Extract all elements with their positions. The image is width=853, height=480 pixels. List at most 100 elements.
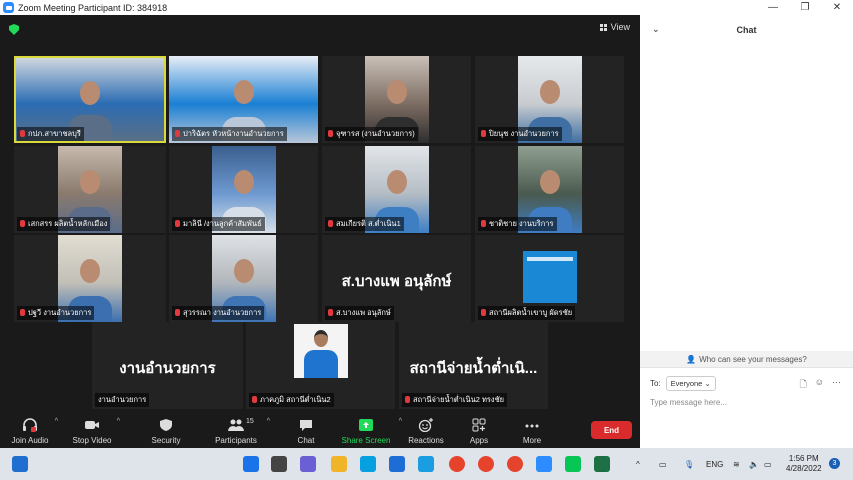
recipient-select[interactable]: Everyone ⌄ bbox=[665, 376, 716, 391]
participant-video bbox=[523, 251, 577, 303]
chrome-icon-2[interactable] bbox=[478, 456, 494, 472]
participant-name: สมเกียรติ ส.ต่ำเนิน1 bbox=[336, 219, 401, 228]
windows-start-icon[interactable] bbox=[243, 456, 259, 472]
chat-bubble-icon bbox=[300, 420, 312, 431]
tray-chevron-icon[interactable]: ^ bbox=[636, 448, 640, 480]
participant-tile[interactable]: ส.บางแพ อนุลักษ์ ส.บางแพ อนุลักษ์ bbox=[322, 235, 471, 322]
chat-message-input[interactable]: Type message here... bbox=[650, 398, 727, 407]
mail-icon[interactable] bbox=[389, 456, 405, 472]
participant-body bbox=[304, 350, 338, 378]
participant-tile[interactable]: ปฐวี งานอำนวยการ bbox=[14, 235, 166, 322]
excel-icon[interactable] bbox=[594, 456, 610, 472]
chrome-icon-3[interactable] bbox=[507, 456, 523, 472]
stop-video-button[interactable]: Stop Video ^ bbox=[62, 412, 122, 448]
line-app-icon[interactable] bbox=[360, 456, 376, 472]
maximize-button[interactable]: ❐ bbox=[789, 0, 821, 15]
line-chat-icon[interactable] bbox=[565, 456, 581, 472]
participant-name-label: สมเกียรติ ส.ต่ำเนิน1 bbox=[325, 217, 404, 231]
participant-name-label: สุวรรณา งานอำนวยการ bbox=[172, 306, 265, 320]
encryption-shield-icon[interactable] bbox=[9, 24, 19, 35]
participant-tile[interactable]: มาลินี /งานลูกค้าสัมพันธ์ bbox=[169, 146, 318, 233]
chrome-icon[interactable] bbox=[449, 456, 465, 472]
audio-options-chevron-icon[interactable]: ^ bbox=[55, 418, 58, 425]
volume-icon[interactable]: 🔈 bbox=[749, 448, 759, 480]
participant-face bbox=[314, 330, 328, 347]
widgets-icon[interactable] bbox=[12, 456, 28, 472]
more-button[interactable]: More bbox=[502, 412, 562, 448]
muted-mic-icon bbox=[175, 309, 180, 316]
participant-name-label: งานอำนวยการ bbox=[95, 393, 150, 407]
participant-face bbox=[540, 170, 560, 195]
security-button[interactable]: Security bbox=[136, 412, 196, 448]
participant-tile[interactable]: สมเกียรติ ส.ต่ำเนิน1 bbox=[322, 146, 471, 233]
video-options-chevron-icon[interactable]: ^ bbox=[117, 418, 120, 425]
zoom-taskbar-icon[interactable] bbox=[536, 456, 552, 472]
chat-tools: 🗋 ☺ ··· bbox=[800, 377, 841, 393]
chat-collapse-chevron-icon[interactable]: ⌄ bbox=[652, 24, 660, 35]
muted-mic-icon bbox=[481, 220, 486, 227]
notification-badge[interactable]: 3 bbox=[829, 458, 840, 469]
close-button[interactable]: ✕ bbox=[821, 0, 853, 15]
participant-tile[interactable]: เสกสรร ผลิตน้ำหลักเมือง bbox=[14, 146, 166, 233]
participant-display-name: สถานีจ่ายน้ำต่ำเนิ... bbox=[409, 360, 538, 377]
participant-name: งานอำนวยการ bbox=[98, 395, 147, 404]
participant-name-label: ปาริฉัตร หัวหน้างานอำนวยการ bbox=[172, 127, 287, 141]
participant-tile[interactable]: ปาริฉัตร หัวหน้างานอำนวยการ bbox=[169, 56, 318, 143]
file-explorer-icon[interactable] bbox=[331, 456, 347, 472]
view-button[interactable]: View bbox=[599, 22, 630, 32]
participant-face bbox=[234, 259, 254, 284]
participants-options-chevron-icon[interactable]: ^ bbox=[267, 418, 270, 425]
poster-banner bbox=[527, 257, 573, 261]
participant-video bbox=[294, 324, 348, 378]
participant-tile[interactable]: สถานีผลิตน้ำเขาบู ผัดรชัย bbox=[475, 235, 624, 322]
participant-tile[interactable]: ชาติชาย งานบริการ bbox=[475, 146, 624, 233]
muted-mic-icon bbox=[175, 220, 180, 227]
more-label: More bbox=[522, 436, 542, 445]
participant-name-label: สถานีจ่ายน้ำต่ำเนิน2 ทรงชัย bbox=[402, 393, 508, 407]
task-view-icon[interactable] bbox=[271, 456, 287, 472]
participant-tile[interactable]: สุวรรณา งานอำนวยการ bbox=[169, 235, 318, 322]
security-label: Security bbox=[151, 436, 181, 445]
stop-video-label: Stop Video bbox=[72, 436, 112, 445]
participant-tile[interactable]: ปิยนุช งานอำนวยการ bbox=[475, 56, 624, 143]
participant-tile[interactable]: จุฑารส (งานอำนวยการ) bbox=[322, 56, 471, 143]
minimize-button[interactable]: — bbox=[757, 0, 789, 15]
who-can-see-messages-link[interactable]: 👤 Who can see your messages? bbox=[640, 351, 853, 367]
recipient-value: Everyone bbox=[670, 379, 703, 388]
participants-label: Participants bbox=[215, 436, 257, 445]
end-meeting-button[interactable]: End bbox=[591, 421, 632, 439]
file-icon[interactable]: 🗋 bbox=[800, 377, 807, 393]
participant-display-name: ส.บางแพ อนุลักษ์ bbox=[341, 273, 452, 290]
security-shield-icon bbox=[160, 419, 172, 431]
tablet-icon[interactable]: ▭ bbox=[659, 448, 667, 480]
chat-more-icon[interactable]: ··· bbox=[832, 377, 841, 393]
emoji-icon[interactable]: ☺ bbox=[815, 377, 824, 393]
participant-tile[interactable]: งานอำนวยการ งานอำนวยการ bbox=[92, 322, 243, 409]
participant-tile[interactable]: กปภ.สาขาชลบุรี bbox=[14, 56, 166, 143]
participant-face bbox=[233, 80, 254, 105]
join-audio-button[interactable]: Join Audio ^ bbox=[0, 412, 60, 448]
reactions-button[interactable]: Reactions bbox=[396, 412, 456, 448]
muted-mic-icon bbox=[20, 309, 25, 316]
participants-button[interactable]: Participants 15 ^ bbox=[206, 412, 270, 448]
participant-tile[interactable]: สถานีจ่ายน้ำต่ำเนิ... สถานีจ่ายน้ำต่ำเนิน… bbox=[399, 322, 548, 409]
chat-button[interactable]: Chat bbox=[276, 412, 336, 448]
microphone-icon[interactable]: 🎙 bbox=[684, 448, 694, 480]
view-label: View bbox=[610, 22, 630, 32]
participant-face bbox=[80, 81, 100, 106]
participant-name-label: กปภ.สาขาชลบุรี bbox=[17, 127, 84, 141]
battery-icon[interactable]: ▭ bbox=[764, 448, 772, 480]
teams-chat-icon[interactable] bbox=[300, 456, 316, 472]
edge-browser-icon[interactable] bbox=[418, 456, 434, 472]
zoom-logo-icon bbox=[3, 2, 14, 13]
system-clock[interactable]: 1:56 PM 4/28/2022 bbox=[786, 454, 822, 474]
participant-name-label: ปฐวี งานอำนวยการ bbox=[17, 306, 95, 320]
participant-name: ชาติชาย งานบริการ bbox=[489, 219, 554, 228]
participants-icon bbox=[228, 419, 244, 431]
wifi-icon[interactable]: ≋ bbox=[733, 448, 740, 480]
apps-button[interactable]: Apps bbox=[449, 412, 509, 448]
participant-tile[interactable]: ภาคภูมิ สถานีต่ำเนิน2 bbox=[246, 322, 395, 409]
participant-name: สถานีผลิตน้ำเขาบู ผัดรชัย bbox=[489, 308, 573, 317]
share-screen-button[interactable]: Share Screen ^ bbox=[336, 412, 402, 448]
language-indicator[interactable]: ENG bbox=[706, 448, 723, 480]
